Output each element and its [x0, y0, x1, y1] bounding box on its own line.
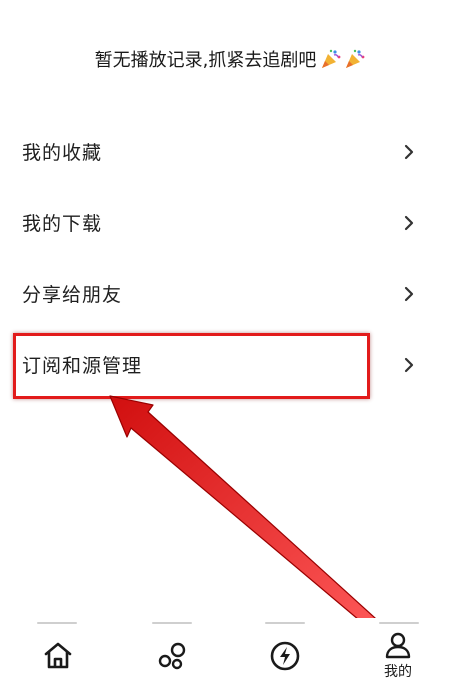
menu-item-downloads[interactable]: 我的下载 — [0, 187, 461, 258]
chevron-right-icon — [404, 357, 414, 372]
tab-quick[interactable] — [255, 626, 315, 686]
party-popper-icon — [322, 49, 341, 68]
home-icon — [44, 642, 72, 669]
chevron-right-icon — [404, 215, 414, 230]
tab-indicator — [37, 622, 77, 624]
menu-item-favorites[interactable]: 我的收藏 — [0, 116, 461, 187]
tab-indicator — [379, 622, 419, 624]
menu-item-label: 我的收藏 — [22, 142, 103, 164]
tab-label: 我的 — [384, 664, 412, 680]
menu-list: 我的收藏 我的下载 分享给朋友 订阅和源管理 — [0, 116, 461, 400]
menu-item-share[interactable]: 分享给朋友 — [0, 258, 461, 329]
party-popper-icon — [346, 49, 365, 68]
bubbles-icon — [158, 642, 186, 670]
tab-discover[interactable] — [142, 626, 202, 686]
menu-item-label: 订阅和源管理 — [22, 355, 143, 377]
tab-indicator — [265, 622, 305, 624]
menu-item-label: 我的下载 — [22, 213, 103, 235]
tab-indicator — [152, 622, 192, 624]
lightning-icon — [270, 641, 300, 671]
party-popper-icons — [318, 48, 366, 70]
user-icon — [385, 632, 411, 659]
bottom-tab-bar: 我的 — [0, 618, 461, 690]
chevron-right-icon — [404, 144, 414, 159]
menu-item-label: 分享给朋友 — [22, 284, 123, 306]
menu-item-subscription-source[interactable]: 订阅和源管理 — [0, 329, 461, 400]
chevron-right-icon — [404, 286, 414, 301]
history-empty-text: 暂无播放记录,抓紧去追剧吧 — [94, 50, 317, 71]
tab-home[interactable] — [28, 626, 88, 686]
tab-mine[interactable]: 我的 — [368, 626, 428, 686]
history-empty-message: 暂无播放记录,抓紧去追剧吧 — [0, 44, 461, 74]
